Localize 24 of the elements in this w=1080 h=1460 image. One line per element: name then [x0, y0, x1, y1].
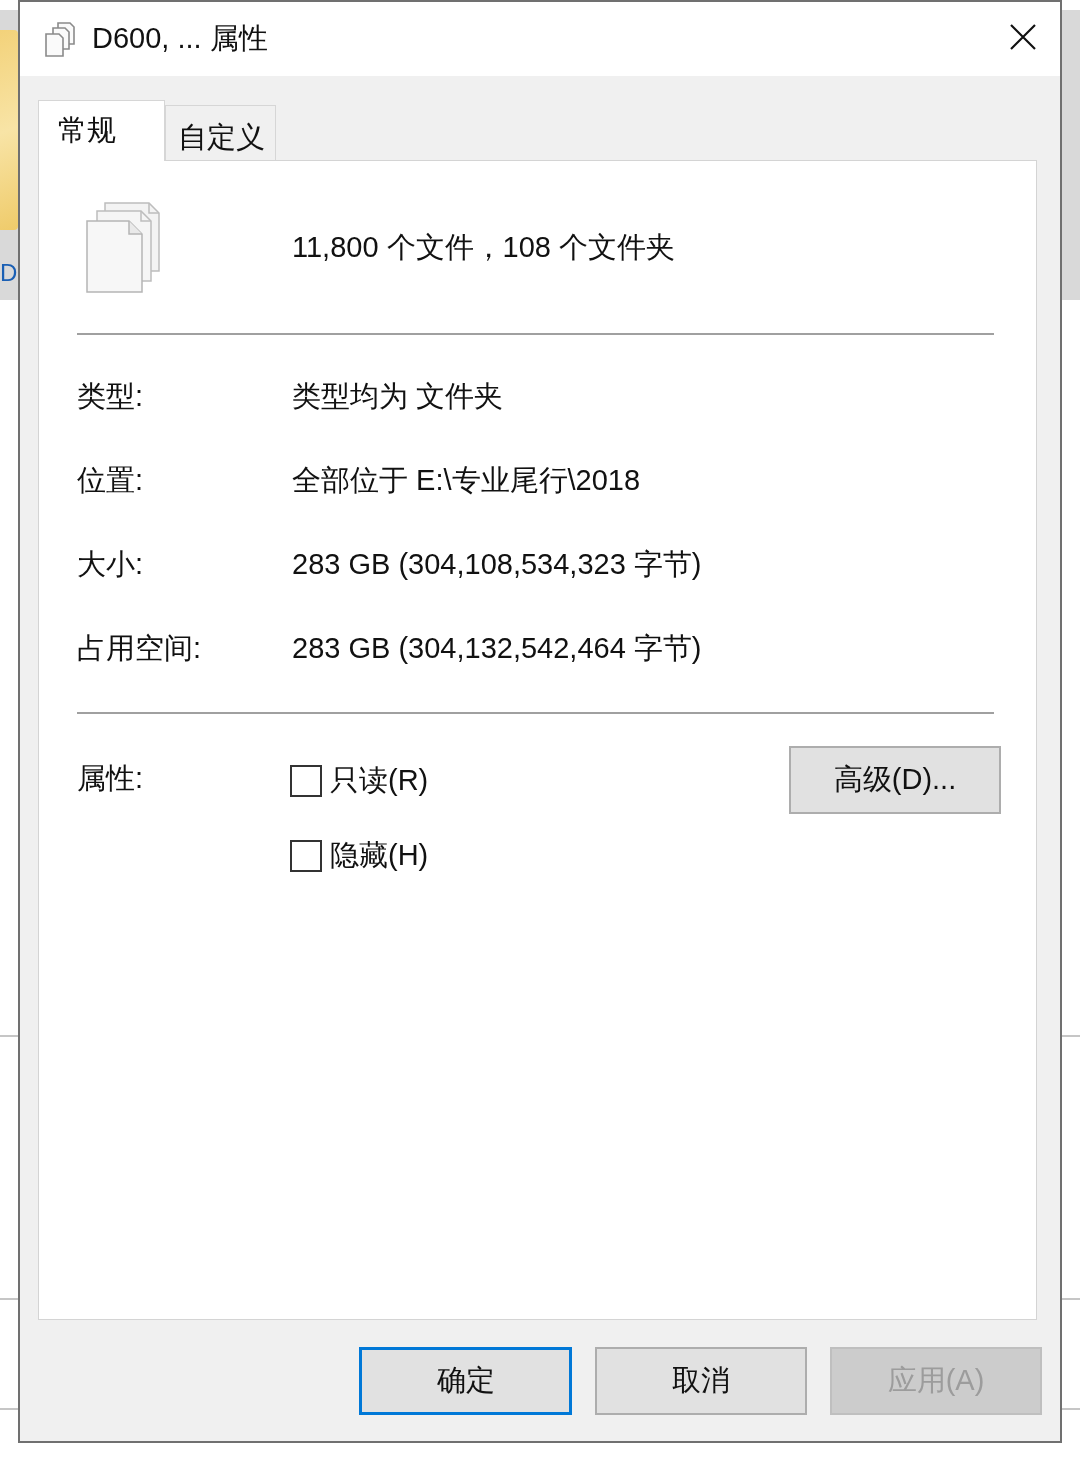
property-value: 283 GB (304,108,534,323 字节) [292, 547, 702, 582]
cancel-button[interactable]: 取消 [595, 1347, 807, 1415]
stacked-pages-icon [85, 201, 161, 294]
property-value: 类型均为 文件夹 [292, 379, 504, 414]
checkbox[interactable] [290, 840, 322, 872]
property-label: 类型: [77, 379, 144, 414]
checkbox-label[interactable]: 隐藏(H) [330, 836, 429, 876]
tab[interactable]: 常规 [38, 100, 165, 161]
property-value: 全部位于 E:\专业尾行\2018 [292, 463, 641, 498]
window-title: D600, ... 属性 [92, 21, 269, 56]
item-label: D [0, 260, 18, 286]
checkbox-label[interactable]: 只读(R) [330, 761, 429, 801]
property-label: 位置: [77, 463, 144, 498]
property-label: 大小: [77, 547, 144, 582]
property-label: 占用空间: [77, 631, 202, 666]
tab[interactable]: 自定义 [165, 105, 276, 160]
attributes-label: 属性: [77, 761, 144, 796]
item-count-text: 11,800 个文件，108 个文件夹 [292, 229, 677, 265]
advanced-button[interactable]: 高级(D)... [789, 746, 1001, 814]
checkbox[interactable] [290, 765, 322, 797]
close-icon[interactable] [1010, 24, 1036, 50]
files-icon [45, 21, 75, 57]
property-value: 283 GB (304,132,542,464 字节) [292, 631, 702, 666]
ok-button[interactable]: 确定 [359, 1347, 572, 1415]
